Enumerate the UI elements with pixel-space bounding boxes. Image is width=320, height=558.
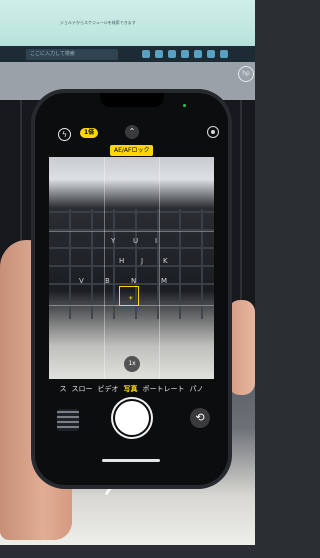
key-label: N: [131, 277, 137, 285]
ae-af-lock-badge: AE/AFロック: [110, 145, 154, 156]
key-label: B: [105, 277, 110, 285]
key-label: V: [79, 277, 84, 285]
mode-pano[interactable]: パノ: [190, 384, 204, 396]
grid-line: [104, 157, 105, 379]
mode-slo-mo[interactable]: スロー: [72, 384, 93, 396]
home-indicator[interactable]: [102, 459, 160, 462]
phone: ϟ 1倍 ⌃ Y U I H J K V B N M AE/AFロック ☀ 1x…: [35, 93, 228, 485]
taskbar-app-icon: [142, 50, 150, 58]
live-zoom-badge[interactable]: 1倍: [80, 128, 99, 138]
flash-off-icon[interactable]: ϟ: [58, 128, 71, 141]
taskbar-app-icon: [181, 50, 189, 58]
laptop-screen-text: ジョルテからスケジュールを検索できます: [60, 20, 136, 25]
taskbar-app-icon: [207, 50, 215, 58]
live-photo-icon[interactable]: [207, 126, 219, 138]
mode-timelapse[interactable]: ス: [60, 384, 67, 396]
mode-video[interactable]: ビデオ: [98, 384, 119, 396]
taskbar-app-icon: [220, 50, 228, 58]
camera-viewfinder[interactable]: Y U I H J K V B N M: [49, 157, 214, 379]
mode-photo[interactable]: 写真: [124, 384, 138, 396]
key-label: J: [141, 257, 144, 265]
shutter-button[interactable]: [115, 401, 149, 435]
grid-line: [49, 231, 214, 232]
taskbar-icons: [142, 50, 252, 60]
taskbar-app-icon: [168, 50, 176, 58]
key-label: I: [155, 237, 158, 245]
mode-portrait[interactable]: ポートレート: [143, 384, 185, 396]
zoom-button[interactable]: 1x: [124, 356, 140, 372]
last-photo-thumbnail[interactable]: [57, 409, 79, 431]
taskbar-app-icon: [155, 50, 163, 58]
camera-flip-icon[interactable]: ⟲: [190, 408, 210, 428]
key-label: Y: [111, 237, 116, 245]
camera-indicator-dot: [183, 104, 186, 107]
grid-line: [159, 157, 160, 379]
taskbar-app-icon: [194, 50, 202, 58]
hand-fingers: [228, 300, 255, 395]
camera-mode-selector: ス スロー ビデオ 写真 ポートレート パノ: [49, 384, 214, 396]
phone-notch: [100, 93, 164, 107]
taskbar-search: ここに入力して検索: [26, 49, 118, 60]
key-label: H: [119, 257, 125, 265]
chevron-up-icon[interactable]: ⌃: [125, 125, 139, 139]
key-label: K: [163, 257, 168, 265]
exposure-sun-icon[interactable]: ☀: [128, 295, 133, 302]
key-label: M: [161, 277, 168, 285]
hp-logo: hp: [238, 66, 254, 82]
key-label: U: [133, 237, 139, 245]
